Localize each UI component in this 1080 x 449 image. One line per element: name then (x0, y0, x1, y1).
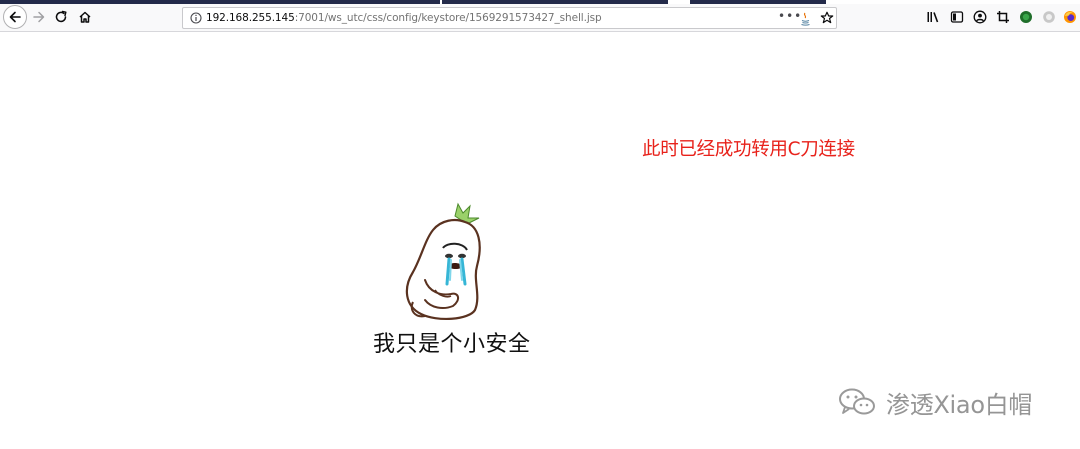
crying-radish-meme-image (405, 202, 481, 320)
url-path: :7001/ws_utc/css/config/keystore/1569291… (294, 12, 602, 24)
back-arrow-icon (9, 11, 21, 23)
sidebar-icon[interactable] (950, 10, 964, 24)
red-caption: 此时已经成功转用C刀连接 (642, 139, 855, 160)
reload-icon (55, 10, 67, 23)
account-icon[interactable] (973, 10, 987, 24)
firefox-icon[interactable] (1063, 10, 1077, 24)
star-icon[interactable] (820, 11, 834, 25)
back-button[interactable] (3, 5, 27, 29)
java-icon[interactable] (800, 12, 811, 26)
url-text[interactable]: 192.168.255.145:7001/ws_utc/css/config/k… (206, 11, 602, 25)
screenshot-icon[interactable] (996, 10, 1010, 24)
forward-arrow-icon (33, 11, 45, 23)
extension-gray-icon[interactable] (1042, 10, 1056, 24)
info-icon[interactable] (190, 12, 202, 24)
home-button[interactable] (73, 5, 97, 29)
page-actions-button[interactable]: ••• (778, 9, 802, 23)
forward-button[interactable] (27, 5, 51, 29)
address-bar[interactable]: 192.168.255.145:7001/ws_utc/css/config/k… (182, 7, 837, 29)
url-host: 192.168.255.145 (206, 12, 295, 24)
wechat-icon (839, 388, 875, 415)
wechat-watermark: 渗透Xiao白帽 (838, 385, 1032, 419)
meme-caption: 我只是个小安全 (373, 332, 531, 357)
nav-toolbar: 192.168.255.145:7001/ws_utc/css/config/k… (0, 4, 1080, 32)
library-icon[interactable] (926, 10, 940, 24)
home-icon (79, 11, 91, 23)
reload-button[interactable] (49, 5, 73, 29)
watermark-text: 渗透Xiao白帽 (886, 390, 1033, 419)
extension-green-icon[interactable] (1019, 10, 1033, 24)
